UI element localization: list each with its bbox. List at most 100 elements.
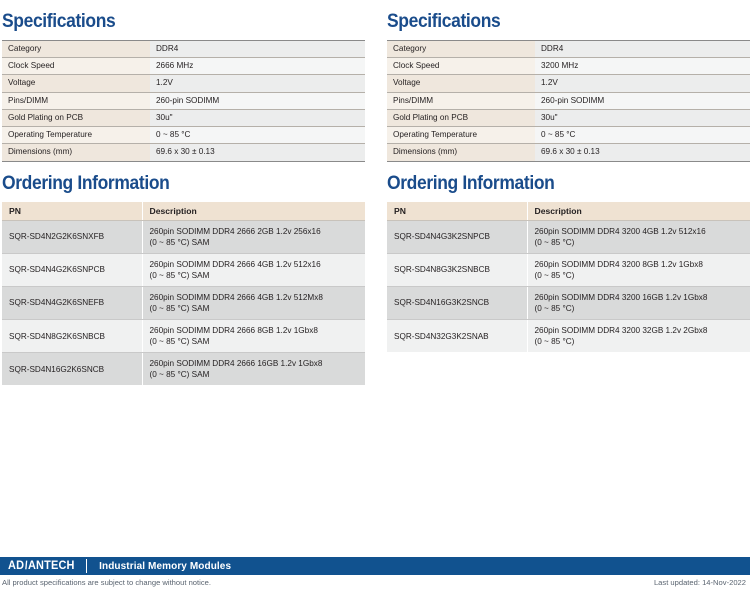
order-description: 260pin SODIMM DDR4 2666 8GB 1.2v 1Gbx8 (… bbox=[142, 319, 365, 354]
order-pn: SQR-SD4N32G3K2SNAB bbox=[387, 319, 528, 353]
order-description: 260pin SODIMM DDR4 3200 16GB 1.2v 1Gbx8 … bbox=[527, 286, 750, 321]
spec-value: 69.6 x 30 ± 0.13 bbox=[535, 143, 750, 162]
spec-key: Gold Plating on PCB bbox=[387, 109, 535, 128]
left-specifications-title: Specifications bbox=[2, 11, 116, 32]
table-row: Operating Temperature 0 ~ 85 °C bbox=[2, 126, 365, 145]
spec-value: 2666 MHz bbox=[150, 57, 365, 76]
table-header-row: PN Description bbox=[2, 201, 365, 221]
left-ordering-information-title: Ordering Information bbox=[2, 172, 170, 194]
order-description: 260pin SODIMM DDR4 2666 16GB 1.2v 1Gbx8 … bbox=[142, 352, 365, 386]
footer-bar-title: Industrial Memory Modules bbox=[99, 560, 232, 572]
order-pn: SQR-SD4N4G3K2SNPCB bbox=[387, 220, 528, 254]
description-line-2: (0 ~ 85 °C) bbox=[534, 237, 575, 247]
table-row: SQR-SD4N4G3K2SNPCB 260pin SODIMM DDR4 32… bbox=[387, 220, 750, 254]
spec-value: 1.2V bbox=[535, 74, 750, 93]
spec-key: Operating Temperature bbox=[2, 126, 150, 145]
last-updated-text: Last updated: 14-Nov-2022 bbox=[653, 578, 746, 587]
table-row: SQR-SD4N16G2K6SNCB 260pin SODIMM DDR4 26… bbox=[2, 352, 365, 386]
table-row: Gold Plating on PCB 30u" bbox=[387, 109, 750, 128]
description-line-1: 260pin SODIMM DDR4 2666 4GB 1.2v 512x16 bbox=[149, 259, 321, 269]
spec-value: DDR4 bbox=[535, 40, 750, 59]
spec-value: 1.2V bbox=[150, 74, 365, 93]
description-line-1: 260pin SODIMM DDR4 2666 16GB 1.2v 1Gbx8 bbox=[149, 359, 323, 369]
description-line-2: (0 ~ 85 °C) bbox=[534, 303, 575, 313]
order-pn: SQR-SD4N2G2K6SNXFB bbox=[2, 220, 143, 254]
description-line-2: (0 ~ 85 °C) SAM bbox=[149, 303, 210, 313]
table-header-row: PN Description bbox=[387, 201, 750, 221]
logo-text-pre: AD bbox=[8, 560, 25, 572]
table-row: SQR-SD4N16G3K2SNCB 260pin SODIMM DDR4 32… bbox=[387, 286, 750, 321]
order-pn: SQR-SD4N16G3K2SNCB bbox=[387, 286, 528, 321]
description-line-2: (0 ~ 85 °C) SAM bbox=[149, 270, 210, 280]
order-pn: SQR-SD4N16G2K6SNCB bbox=[2, 352, 143, 386]
spec-value: 69.6 x 30 ± 0.13 bbox=[150, 143, 365, 162]
table-row: SQR-SD4N4G2K6SNEFB 260pin SODIMM DDR4 26… bbox=[2, 286, 365, 321]
spec-value: 30u" bbox=[535, 109, 750, 128]
spec-value: 30u" bbox=[150, 109, 365, 128]
description-line-1: 260pin SODIMM DDR4 2666 8GB 1.2v 1Gbx8 bbox=[149, 326, 318, 335]
spec-key: Category bbox=[2, 40, 150, 59]
order-description: 260pin SODIMM DDR4 2666 4GB 1.2v 512x16 … bbox=[142, 253, 365, 287]
spec-key: Pins/DIMM bbox=[2, 92, 150, 110]
logo-text-post: ANTECH bbox=[27, 560, 75, 572]
order-description: 260pin SODIMM DDR4 3200 32GB 1.2v 2Gbx8 … bbox=[527, 319, 750, 353]
page-footer: AD\ANTECH Industrial Memory Modules All … bbox=[0, 557, 750, 591]
spec-value: DDR4 bbox=[150, 40, 365, 59]
spec-value: 260-pin SODIMM bbox=[535, 92, 750, 110]
column-header-pn: PN bbox=[387, 201, 528, 221]
table-row: Operating Temperature 0 ~ 85 °C bbox=[387, 126, 750, 145]
spec-value: 0 ~ 85 °C bbox=[150, 126, 365, 145]
description-line-1: 260pin SODIMM DDR4 3200 16GB 1.2v 1Gbx8 bbox=[534, 292, 708, 302]
column-header-pn: PN bbox=[2, 201, 143, 221]
table-row: SQR-SD4N2G2K6SNXFB 260pin SODIMM DDR4 26… bbox=[2, 220, 365, 254]
table-row: Category DDR4 bbox=[387, 40, 750, 59]
left-ordering-table: PN Description SQR-SD4N2G2K6SNXFB 260pin… bbox=[2, 201, 365, 386]
table-row: Pins/DIMM 260-pin SODIMM bbox=[387, 92, 750, 110]
spec-key: Voltage bbox=[2, 74, 150, 93]
description-line-1: 260pin SODIMM DDR4 2666 4GB 1.2v 512Mx8 bbox=[149, 292, 323, 302]
table-row: Dimensions (mm) 69.6 x 30 ± 0.13 bbox=[387, 143, 750, 162]
table-row: Category DDR4 bbox=[2, 40, 365, 59]
spec-key: Dimensions (mm) bbox=[387, 143, 535, 162]
right-ordering-information-title: Ordering Information bbox=[387, 172, 555, 194]
table-row: Clock Speed 3200 MHz bbox=[387, 57, 750, 76]
spec-key: Operating Temperature bbox=[387, 126, 535, 145]
description-line-2: (0 ~ 85 °C) bbox=[534, 337, 575, 347]
order-description: 260pin SODIMM DDR4 3200 4GB 1.2v 512x16 … bbox=[527, 220, 750, 254]
table-row: Gold Plating on PCB 30u" bbox=[2, 109, 365, 128]
datasheet-page: Specifications Category DDR4 Clock Speed… bbox=[0, 0, 750, 591]
spec-key: Pins/DIMM bbox=[387, 92, 535, 110]
right-ordering-table: PN Description SQR-SD4N4G3K2SNPCB 260pin… bbox=[387, 201, 750, 353]
table-row: Pins/DIMM 260-pin SODIMM bbox=[2, 92, 365, 110]
order-pn: SQR-SD4N8G3K2SNBCB bbox=[387, 253, 528, 287]
order-pn: SQR-SD4N4G2K6SNEFB bbox=[2, 286, 143, 321]
table-row: Dimensions (mm) 69.6 x 30 ± 0.13 bbox=[2, 143, 365, 162]
spec-key: Dimensions (mm) bbox=[2, 143, 150, 162]
footer-blue-bar: AD\ANTECH Industrial Memory Modules bbox=[0, 557, 750, 575]
description-line-2: (0 ~ 85 °C) SAM bbox=[149, 237, 210, 247]
description-line-2: (0 ~ 85 °C) bbox=[534, 270, 575, 280]
order-description: 260pin SODIMM DDR4 3200 8GB 1.2v 1Gbx8 (… bbox=[527, 253, 750, 287]
description-line-1: 260pin SODIMM DDR4 3200 32GB 1.2v 2Gbx8 bbox=[534, 326, 708, 335]
table-row: Clock Speed 2666 MHz bbox=[2, 57, 365, 76]
left-specifications-table: Category DDR4 Clock Speed 2666 MHz Volta… bbox=[2, 39, 365, 162]
footer-note-row: All product specifications are subject t… bbox=[0, 575, 750, 591]
column-header-description: Description bbox=[527, 201, 750, 221]
table-row: Voltage 1.2V bbox=[2, 74, 365, 93]
table-row: Voltage 1.2V bbox=[387, 74, 750, 93]
order-pn: SQR-SD4N4G2K6SNPCB bbox=[2, 253, 143, 287]
spec-key: Gold Plating on PCB bbox=[2, 109, 150, 128]
spec-value: 260-pin SODIMM bbox=[150, 92, 365, 110]
spec-key: Category bbox=[387, 40, 535, 59]
order-description: 260pin SODIMM DDR4 2666 2GB 1.2v 256x16 … bbox=[142, 220, 365, 254]
table-row: SQR-SD4N8G3K2SNBCB 260pin SODIMM DDR4 32… bbox=[387, 253, 750, 287]
spec-key: Voltage bbox=[387, 74, 535, 93]
spec-key: Clock Speed bbox=[387, 57, 535, 76]
advantech-logo: AD\ANTECH bbox=[8, 560, 80, 572]
table-row: SQR-SD4N4G2K6SNPCB 260pin SODIMM DDR4 26… bbox=[2, 253, 365, 287]
column-header-description: Description bbox=[142, 201, 365, 221]
left-column: Specifications Category DDR4 Clock Speed… bbox=[2, 0, 365, 386]
spec-value: 3200 MHz bbox=[535, 57, 750, 76]
table-row: SQR-SD4N32G3K2SNAB 260pin SODIMM DDR4 32… bbox=[387, 319, 750, 353]
right-specifications-title: Specifications bbox=[387, 11, 501, 32]
